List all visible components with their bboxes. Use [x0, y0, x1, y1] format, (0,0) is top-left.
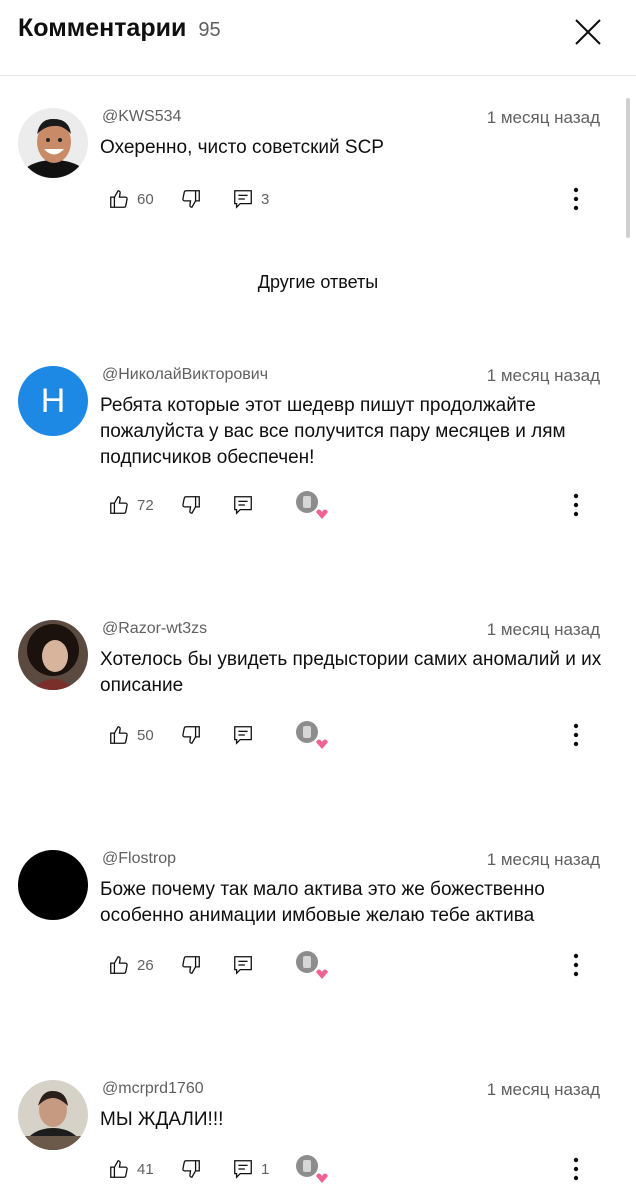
like-count: 50	[137, 726, 154, 744]
like-button[interactable]: 50	[108, 720, 154, 750]
close-button[interactable]	[566, 10, 610, 54]
thumbs-up-icon	[110, 190, 128, 208]
creator-heart-badge	[294, 490, 328, 520]
more-vert-icon	[573, 493, 579, 517]
comment-time: 1 месяц назад	[486, 108, 600, 127]
reply-count: 1	[261, 1160, 270, 1178]
avatar[interactable]: Н	[18, 366, 88, 436]
dislike-button[interactable]	[180, 490, 202, 520]
comment-author[interactable]: @Razor-wt3zs	[102, 620, 207, 638]
reply-button[interactable]	[232, 950, 254, 980]
like-count: 41	[137, 1160, 154, 1178]
like-button[interactable]: 41	[108, 1154, 154, 1184]
comment-text: Боже почему так мало актива это же божес…	[100, 879, 545, 926]
comment-actions: 26	[0, 950, 636, 980]
more-vert-icon	[573, 723, 579, 747]
creator-heart-icon	[296, 491, 328, 519]
comment-author[interactable]: @mcrprd1760	[102, 1080, 204, 1098]
more-options-button[interactable]	[566, 1154, 586, 1184]
avatar-photo	[18, 108, 88, 178]
like-button[interactable]: 26	[108, 950, 154, 980]
comment-time: 1 месяц назад	[486, 850, 600, 869]
more-options-button[interactable]	[566, 950, 586, 980]
dislike-button[interactable]	[180, 950, 202, 980]
more-options-button[interactable]	[566, 490, 586, 520]
creator-heart-badge	[294, 720, 328, 750]
like-count: 26	[137, 956, 154, 974]
comment-text: Хотелось бы увидеть предыстории самих ан…	[100, 649, 602, 696]
comment-author[interactable]: @Flostrop	[102, 850, 176, 868]
reply-button[interactable]: 1	[232, 1154, 269, 1184]
comments-title-group: Комментарии 95	[18, 14, 221, 43]
comment-text: Охеренно, чисто советский SCP	[100, 137, 384, 158]
comments-title: Комментарии	[18, 14, 187, 42]
comment-author[interactable]: @KWS534	[102, 108, 181, 126]
like-button[interactable]: 72	[108, 490, 154, 520]
reply-count: 3	[261, 190, 270, 208]
thumbs-up-icon	[110, 496, 128, 514]
comments-count: 95	[198, 19, 221, 41]
more-vert-icon	[573, 187, 579, 211]
thumbs-down-icon	[182, 1160, 200, 1178]
creator-heart-icon	[296, 721, 328, 749]
comment-text: Ребята которые этот шедевр пишут продолж…	[100, 395, 566, 468]
creator-heart-badge	[294, 1154, 328, 1184]
comments-header: Комментарии 95	[0, 0, 636, 76]
avatar[interactable]	[18, 1080, 88, 1150]
reply-icon	[234, 726, 252, 745]
thumbs-up-icon	[110, 726, 128, 744]
avatar[interactable]	[18, 850, 88, 920]
comment-actions: 72	[0, 490, 636, 520]
more-vert-icon	[573, 1157, 579, 1181]
reply-icon	[234, 956, 252, 975]
comment-time: 1 месяц назад	[486, 1080, 600, 1099]
creator-heart-icon	[296, 1155, 328, 1183]
scrollbar[interactable]	[626, 98, 630, 238]
like-button[interactable]: 60	[108, 184, 154, 214]
comment-actions: 50	[0, 720, 636, 750]
reply-button[interactable]	[232, 490, 254, 520]
like-count: 72	[137, 496, 154, 514]
close-icon	[575, 19, 601, 45]
avatar-photo	[18, 620, 88, 690]
avatar[interactable]	[18, 620, 88, 690]
other-replies-button[interactable]: Другие ответы	[0, 272, 636, 293]
thumbs-up-icon	[110, 956, 128, 974]
comment-time: 1 месяц назад	[486, 366, 600, 385]
reply-button[interactable]: 3	[232, 184, 269, 214]
avatar-photo	[18, 1080, 88, 1150]
like-count: 60	[137, 190, 154, 208]
dislike-button[interactable]	[180, 1154, 202, 1184]
comment-time: 1 месяц назад	[486, 620, 600, 639]
avatar-letter: Н	[40, 381, 66, 420]
comment-actions: 60 3	[0, 184, 636, 214]
thumbs-down-icon	[182, 190, 200, 208]
comment-text: МЫ ЖДАЛИ!!!	[100, 1109, 224, 1130]
dislike-button[interactable]	[180, 720, 202, 750]
reply-icon	[234, 496, 252, 515]
reply-icon	[234, 1160, 252, 1179]
creator-heart-icon	[296, 951, 328, 979]
dislike-button[interactable]	[180, 184, 202, 214]
more-options-button[interactable]	[566, 184, 586, 214]
thumbs-up-icon	[110, 1160, 128, 1178]
comment-author[interactable]: @НиколайВикторович	[102, 366, 268, 384]
more-vert-icon	[573, 953, 579, 977]
reply-icon	[234, 190, 252, 209]
more-options-button[interactable]	[566, 720, 586, 750]
avatar[interactable]	[18, 108, 88, 178]
creator-heart-badge	[294, 950, 328, 980]
reply-button[interactable]	[232, 720, 254, 750]
thumbs-down-icon	[182, 956, 200, 974]
comment-actions: 41 1	[0, 1154, 636, 1184]
thumbs-down-icon	[182, 496, 200, 514]
thumbs-down-icon	[182, 726, 200, 744]
